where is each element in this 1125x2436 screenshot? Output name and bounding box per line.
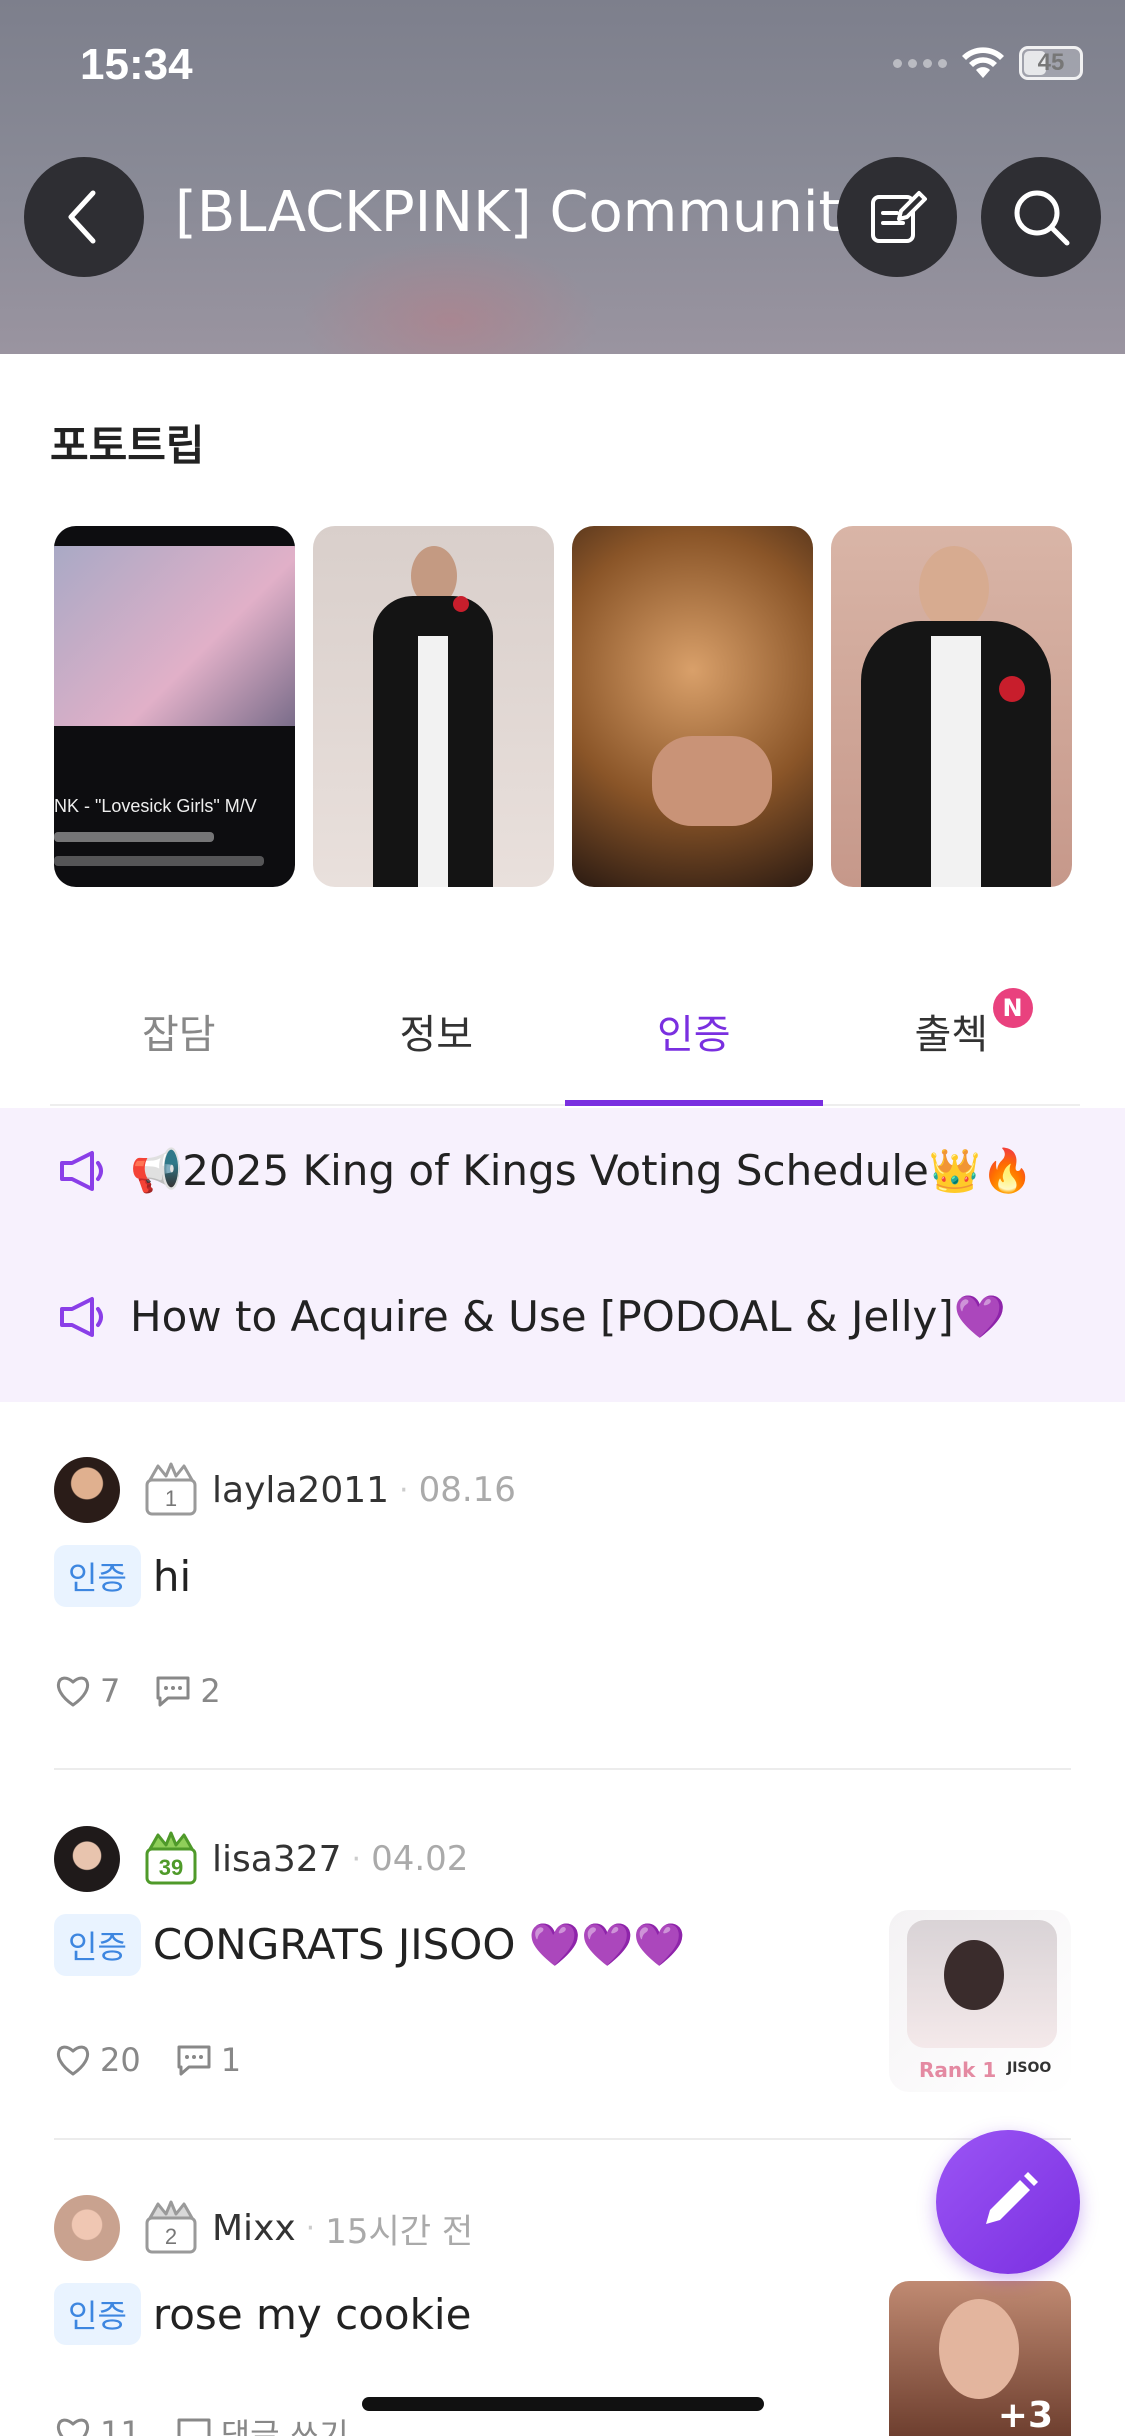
portrait-red-carpet[interactable] bbox=[313, 526, 554, 887]
portrait-carousel[interactable]: NK - "Lovesick Girls" M/V bbox=[54, 526, 1072, 887]
level-crown-icon: 2 bbox=[145, 2200, 197, 2254]
comment-button[interactable]: 2 bbox=[154, 1672, 221, 1710]
separator-dot: · bbox=[305, 2210, 316, 2246]
post-item[interactable]: 39 lisa327 · 04.02 인증 CONGRATS JISOO 💜💜💜… bbox=[54, 1826, 1071, 2126]
battery-icon: 45 bbox=[1019, 46, 1083, 80]
page-title: [BLACKPINK] Community bbox=[175, 180, 874, 245]
comment-icon bbox=[156, 1676, 190, 1707]
separator-dot: · bbox=[399, 1472, 409, 1508]
heart-icon bbox=[56, 2045, 90, 2076]
comment-icon bbox=[177, 2418, 211, 2436]
level-number: 39 bbox=[159, 1855, 183, 1880]
category-tabs: 잡담 정보 인증 출첵 N bbox=[50, 960, 1080, 1106]
edit-note-icon bbox=[871, 191, 927, 243]
portrait-tuxedo[interactable] bbox=[831, 526, 1072, 887]
chevron-left-icon bbox=[68, 190, 96, 244]
level-crown-icon: 1 bbox=[145, 1462, 197, 1516]
new-badge: N bbox=[992, 988, 1033, 1028]
comment-button[interactable]: 댓글 쓰기 bbox=[175, 2410, 349, 2436]
megaphone-icon bbox=[60, 1297, 103, 1337]
thumbnail-rank: Rank 1 bbox=[919, 2058, 997, 2082]
like-button[interactable]: 11 bbox=[54, 2414, 141, 2436]
post-thumbnail[interactable]: Rank 1 JISOO bbox=[889, 1910, 1071, 2092]
notice-list: 📢2025 King of Kings Voting Schedule👑🔥 Ho… bbox=[0, 1108, 1125, 1402]
notice-item[interactable]: 📢2025 King of Kings Voting Schedule👑🔥 bbox=[58, 1146, 1033, 1196]
home-indicator[interactable] bbox=[362, 2397, 764, 2411]
tab-verification[interactable]: 인증 bbox=[565, 960, 823, 1106]
comment-button[interactable]: 1 bbox=[175, 2041, 241, 2079]
comment-count: 2 bbox=[200, 1672, 221, 1710]
divider bbox=[54, 2138, 1071, 2140]
username[interactable]: layla2011 bbox=[212, 1470, 389, 1511]
tab-info[interactable]: 정보 bbox=[308, 960, 566, 1104]
category-tag: 인증 bbox=[54, 1914, 141, 1976]
category-tag: 인증 bbox=[54, 2283, 141, 2345]
notice-text: 📢2025 King of Kings Voting Schedule👑🔥 bbox=[130, 1146, 1034, 1195]
megaphone-icon bbox=[60, 1151, 103, 1191]
search-icon bbox=[1014, 190, 1070, 246]
level-number: 2 bbox=[165, 2224, 177, 2249]
status-icons: 45 bbox=[893, 46, 1083, 80]
portrait-caption: NK - "Lovesick Girls" M/V bbox=[54, 796, 257, 816]
level-crown-icon: 39 bbox=[145, 1831, 197, 1885]
more-images-count: +3 bbox=[997, 2395, 1053, 2436]
like-count: 11 bbox=[100, 2414, 141, 2436]
comment-count: 댓글 쓰기 bbox=[220, 2416, 349, 2436]
level-number: 1 bbox=[165, 1486, 177, 1511]
thumbnail-name: JISOO bbox=[1007, 2060, 1052, 2076]
search-button[interactable] bbox=[981, 157, 1101, 277]
battery-level: 45 bbox=[1037, 49, 1065, 76]
post-date: 08.16 bbox=[418, 1470, 516, 1510]
heart-icon bbox=[56, 2418, 90, 2436]
tab-attendance[interactable]: 출첵 N bbox=[823, 960, 1081, 1104]
section-title: 포토트립 bbox=[50, 421, 205, 470]
post-text: hi bbox=[152, 1551, 192, 1601]
avatar[interactable] bbox=[54, 1457, 120, 1523]
post-stats: 7 2 bbox=[54, 1672, 245, 1710]
like-count: 20 bbox=[100, 2041, 141, 2079]
avatar[interactable] bbox=[54, 1826, 120, 1892]
post-meta: 2 Mixx · 15시간 전 bbox=[54, 2195, 473, 2261]
like-button[interactable]: 7 bbox=[54, 1672, 120, 1710]
post-stats: 20 1 bbox=[54, 2041, 265, 2079]
like-count: 7 bbox=[100, 1672, 121, 1710]
heart-icon bbox=[56, 1676, 90, 1707]
comment-count: 1 bbox=[220, 2041, 242, 2079]
compose-button[interactable] bbox=[837, 157, 957, 277]
comment-icon bbox=[177, 2045, 211, 2076]
post-text: CONGRATS JISOO 💜💜💜 bbox=[152, 1920, 686, 1969]
portrait-closeup[interactable] bbox=[572, 526, 813, 887]
username[interactable]: lisa327 bbox=[212, 1839, 342, 1880]
post-meta: 1 layla2011 · 08.16 bbox=[54, 1457, 516, 1523]
post-date: 15시간 전 bbox=[325, 2211, 474, 2252]
tab-attendance-label: 출첵 bbox=[914, 1012, 989, 1058]
status-time: 15:34 bbox=[80, 40, 193, 89]
back-button[interactable] bbox=[24, 157, 144, 277]
pencil-icon bbox=[986, 2172, 1038, 2224]
post-item[interactable]: 1 layla2011 · 08.16 인증 hi 7 2 bbox=[54, 1457, 1071, 1757]
tab-chat[interactable]: 잡담 bbox=[50, 960, 308, 1104]
post-stats: 11 댓글 쓰기 bbox=[54, 2410, 373, 2436]
top-bar: 15:34 45 [BLACKPINK] Community bbox=[0, 0, 1125, 354]
notice-text: How to Acquire & Use [PODOAL & Jelly]💜 bbox=[130, 1292, 1007, 1341]
signal-icon bbox=[893, 58, 947, 68]
write-post-button[interactable] bbox=[936, 2130, 1080, 2274]
avatar[interactable] bbox=[54, 2195, 120, 2261]
separator-dot: · bbox=[351, 1841, 362, 1877]
post-meta: 39 lisa327 · 04.02 bbox=[54, 1826, 468, 1892]
wifi-icon bbox=[962, 47, 1004, 78]
category-tag: 인증 bbox=[54, 1545, 141, 1607]
post-date: 04.02 bbox=[371, 1839, 469, 1879]
username[interactable]: Mixx bbox=[212, 2208, 296, 2249]
notice-item[interactable]: How to Acquire & Use [PODOAL & Jelly]💜 bbox=[58, 1292, 1006, 1342]
divider bbox=[54, 1768, 1071, 1770]
like-button[interactable]: 20 bbox=[54, 2041, 141, 2079]
post-text: rose my cookie bbox=[152, 2289, 472, 2339]
post-thumbnail[interactable]: +3 bbox=[889, 2281, 1071, 2436]
portrait-video-still[interactable]: NK - "Lovesick Girls" M/V bbox=[54, 526, 295, 887]
